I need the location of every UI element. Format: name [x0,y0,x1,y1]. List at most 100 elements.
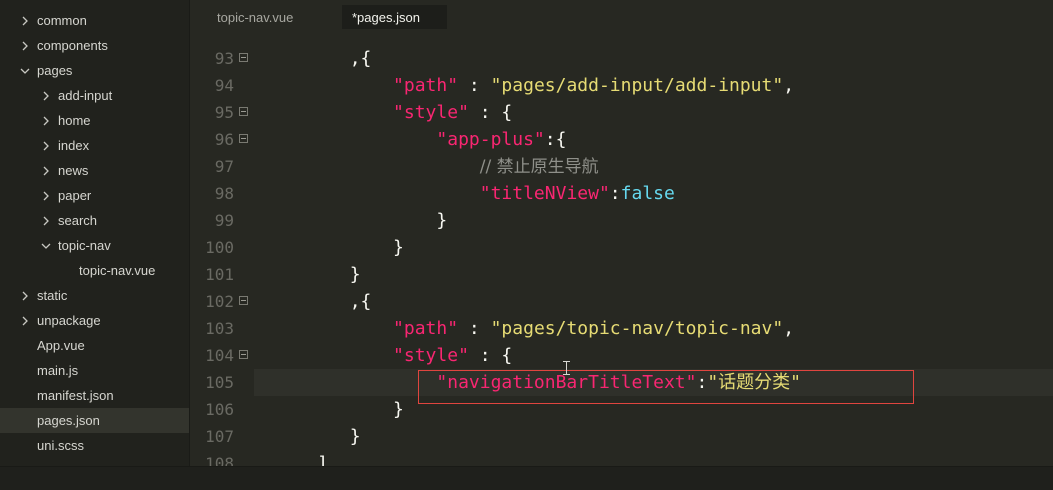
token-pun [263,102,393,123]
chevron-down-icon[interactable] [18,66,32,76]
token-pun [263,156,480,177]
line-number: 104 [205,346,234,365]
tree-item-pages-json[interactable]: pages.json [0,408,189,433]
chevron-right-icon[interactable] [39,141,53,151]
token-str: "话题分类" [707,372,802,393]
code-line[interactable]: 107 } [191,423,1053,450]
tree-item-label: pages [37,63,73,78]
text-cursor-icon [563,361,570,375]
chevron-right-icon[interactable] [39,116,53,126]
chevron-down-icon[interactable] [39,241,53,251]
line-number: 107 [205,427,234,446]
token-pun: ], [263,453,339,466]
tree-item-static[interactable]: static [0,283,189,308]
token-bool: false [620,183,675,204]
code-line[interactable]: 105 "navigationBarTitleText":"话题分类" [191,369,1053,396]
tree-item-index[interactable]: index [0,133,189,158]
tree-item-app-vue[interactable]: App.vue [0,333,189,358]
code-line[interactable]: 101 } [191,261,1053,288]
token-key: "style" [393,345,469,366]
code-text: "navigationBarTitleText":"话题分类" [263,369,801,396]
tree-item-main-js[interactable]: main.js [0,358,189,383]
token-pun: } [263,426,361,447]
tree-item-label: home [58,113,91,128]
tab-pages-json[interactable]: *pages.json [342,5,447,29]
line-number: 103 [205,319,234,338]
chevron-right-icon[interactable] [18,316,32,326]
token-pun: } [263,264,361,285]
token-pun: : { [468,102,513,123]
tree-item-topic-nav-vue[interactable]: topic-nav.vue [0,258,189,283]
tree-item-label: common [37,13,87,28]
tree-item-uni-scss[interactable]: uni.scss [0,433,189,458]
code-line[interactable]: 94 "path" : "pages/add-input/add-input", [191,72,1053,99]
code-line[interactable]: 104 "style" : { [191,342,1053,369]
code-line[interactable]: 108 ], [191,450,1053,466]
tree-item-manifest-json[interactable]: manifest.json [0,383,189,408]
token-pun: , [783,318,795,339]
code-line[interactable]: 103 "path" : "pages/topic-nav/topic-nav"… [191,315,1053,342]
token-pun: ,{ [263,48,372,69]
chevron-right-icon[interactable] [39,216,53,226]
code-line[interactable]: 97 // 禁止原生导航 [191,153,1053,180]
tree-item-add-input[interactable]: add-input [0,83,189,108]
fold-toggle-icon[interactable] [239,134,248,143]
code-line[interactable]: 99 } [191,207,1053,234]
token-pun: } [263,399,404,420]
token-pun: :{ [544,129,567,150]
tree-item-news[interactable]: news [0,158,189,183]
code-text: "app-plus":{ [263,126,566,153]
tree-item-label: static [37,288,68,303]
code-text: ,{ [263,45,372,72]
line-number: 106 [205,400,234,419]
chevron-right-icon[interactable] [18,41,32,51]
fold-toggle-icon[interactable] [239,296,248,305]
tree-item-search[interactable]: search [0,208,189,233]
tree-item-pages[interactable]: pages [0,58,189,83]
code-line[interactable]: 95 "style" : { [191,99,1053,126]
chevron-right-icon[interactable] [18,291,32,301]
chevron-right-icon[interactable] [18,16,32,26]
token-pun: ,{ [263,291,372,312]
token-pun [263,345,393,366]
tree-item-paper[interactable]: paper [0,183,189,208]
line-number: 95 [214,103,234,122]
tree-item-label: unpackage [37,313,101,328]
line-number: 101 [205,265,234,284]
code-line[interactable]: 102 ,{ [191,288,1053,315]
code-line[interactable]: 96 "app-plus":{ [191,126,1053,153]
token-pun: , [783,75,795,96]
code-line[interactable]: 98 "titleNView":false [191,180,1053,207]
line-number: 97 [214,157,234,176]
code-line[interactable]: 93 ,{ [191,45,1053,72]
tree-item-topic-nav[interactable]: topic-nav [0,233,189,258]
tab-topic-nav-vue[interactable]: topic-nav.vue [207,5,303,29]
fold-toggle-icon[interactable] [239,350,248,359]
tree-item-home[interactable]: home [0,108,189,133]
tree-item-components[interactable]: components [0,33,189,58]
code-line[interactable]: 106 } [191,396,1053,423]
token-pun: } [263,210,448,231]
chevron-right-icon[interactable] [39,166,53,176]
tree-item-label: add-input [58,88,113,103]
tree-item-common[interactable]: common [0,8,189,33]
chevron-right-icon[interactable] [39,91,53,101]
code-editor[interactable]: 93 ,{94 "path" : "pages/add-input/add-in… [191,33,1053,466]
code-text: "titleNView":false [263,180,675,207]
code-text: } [263,261,361,288]
tree-item-unpackage[interactable]: unpackage [0,308,189,333]
token-key: "titleNView" [479,183,610,204]
token-pun [263,129,436,150]
chevron-right-icon[interactable] [39,191,53,201]
tree-item-label: index [58,138,90,153]
tree-item-label: App.vue [37,338,85,353]
tree-item-label: search [58,213,98,228]
tree-item-label: pages.json [37,413,100,428]
status-bar [0,466,1053,490]
token-pun [263,318,393,339]
line-number: 100 [205,238,234,257]
token-pun: : [696,372,708,393]
fold-toggle-icon[interactable] [239,53,248,62]
code-line[interactable]: 100 } [191,234,1053,261]
fold-toggle-icon[interactable] [239,107,248,116]
